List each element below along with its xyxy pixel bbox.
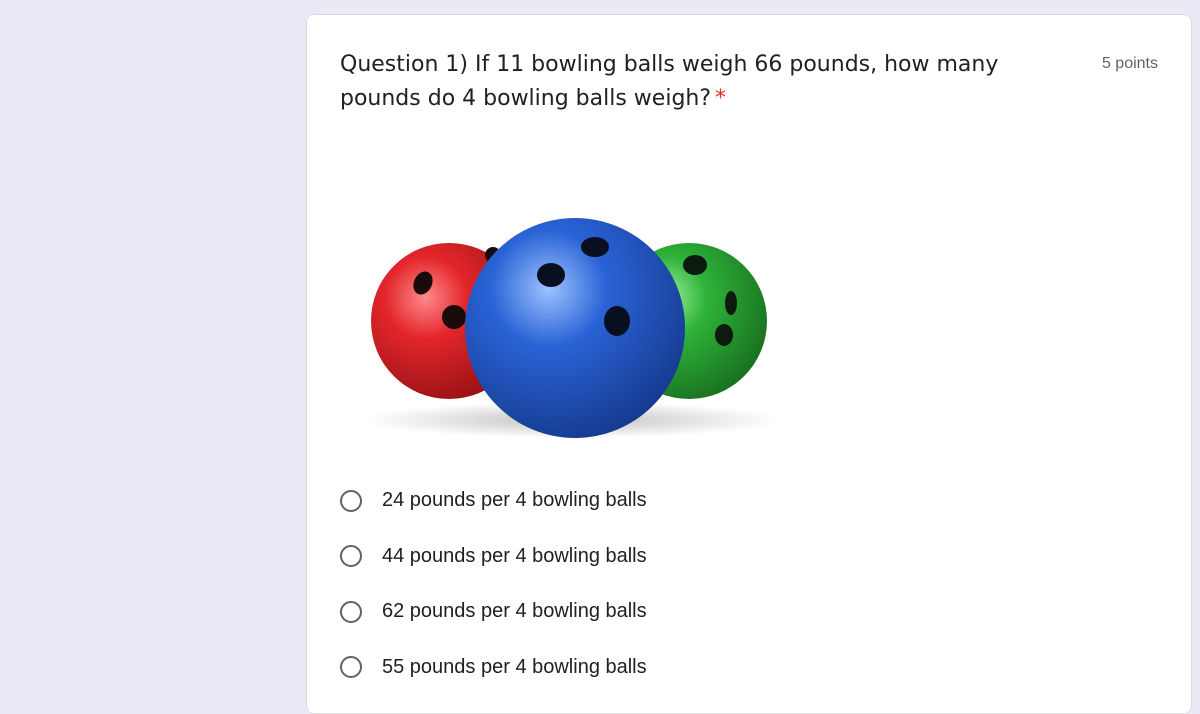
- option-2[interactable]: 44 pounds per 4 bowling balls: [340, 529, 647, 585]
- required-asterisk: *: [715, 86, 727, 111]
- option-label: 62 pounds per 4 bowling balls: [382, 600, 647, 623]
- bowling-balls-image: [347, 155, 797, 465]
- question-text: Question 1) If 11 bowling balls weigh 66…: [340, 52, 999, 111]
- question-card: Question 1) If 11 bowling balls weigh 66…: [306, 14, 1192, 714]
- blue-bowling-ball: [465, 218, 685, 438]
- option-label: 44 pounds per 4 bowling balls: [382, 544, 647, 567]
- option-label: 55 pounds per 4 bowling balls: [382, 655, 647, 678]
- radio-button[interactable]: [340, 656, 362, 679]
- answer-options: 24 pounds per 4 bowling balls 44 pounds …: [340, 473, 647, 695]
- option-3[interactable]: 62 pounds per 4 bowling balls: [340, 584, 647, 640]
- radio-button[interactable]: [340, 545, 362, 568]
- option-1[interactable]: 24 pounds per 4 bowling balls: [340, 473, 647, 529]
- option-4[interactable]: 55 pounds per 4 bowling balls: [340, 640, 647, 696]
- question-title: Question 1) If 11 bowling balls weigh 66…: [340, 48, 1070, 116]
- radio-button[interactable]: [340, 600, 362, 623]
- points-label: 5 points: [1101, 55, 1158, 72]
- radio-button[interactable]: [340, 489, 362, 512]
- option-label: 24 pounds per 4 bowling balls: [382, 489, 647, 512]
